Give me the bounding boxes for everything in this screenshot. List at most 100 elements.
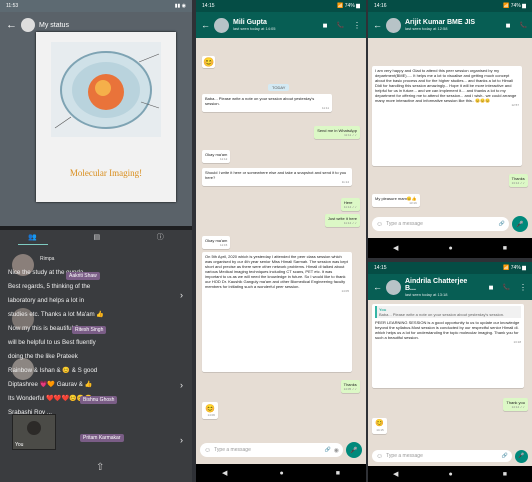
contact-name: Mili Gupta <box>233 19 267 26</box>
back-icon[interactable]: ← <box>201 20 210 30</box>
avatar[interactable] <box>386 17 401 33</box>
mic-button[interactable]: 🎤 <box>346 442 362 458</box>
people-tab-icon[interactable]: 👥 <box>28 233 37 241</box>
message-input[interactable]: ☺ Type a message 🔗 ◉ <box>200 443 343 457</box>
phone-icon[interactable]: 📞 <box>503 284 510 291</box>
mic-button[interactable]: 🎤 <box>515 449 528 463</box>
nav-home-icon[interactable]: ● <box>448 471 452 478</box>
chat-area[interactable]: 😊 TODAY Baba... Please write a note on y… <box>196 38 366 436</box>
attach-icon[interactable]: 🔗 <box>499 221 505 227</box>
chat-arijit-kumar: 14:16 📶 74% ▆ ← Arijit Kumar BME JIS las… <box>368 0 532 258</box>
back-icon[interactable]: ← <box>373 20 382 30</box>
chat-header: ← Aindrila Chatterjee B... last seen tod… <box>368 274 532 300</box>
scroll-up-arrow[interactable]: ⇧ <box>96 462 104 473</box>
comment-line: doing the the like Prateek <box>8 353 78 360</box>
nav-recent-icon[interactable]: ■ <box>503 471 507 478</box>
self-video-thumbnail: You <box>12 414 56 450</box>
status-time: 11:53 <box>6 3 19 9</box>
attach-icon[interactable]: 🔗 <box>325 447 331 453</box>
status-bar: 11:53 ▮▮ ◉ <box>0 0 192 12</box>
mic-icon: 🎤 <box>516 221 524 228</box>
info-tab-icon[interactable]: ⓘ <box>157 232 164 242</box>
name-tag: Aakriti Shaw <box>66 272 100 280</box>
meeting-area: 👥 ▤ ⓘ Rimpa Nice the study at the gunda.… <box>0 230 192 482</box>
chevron-right-icon[interactable]: › <box>180 435 183 445</box>
mic-icon: 🎤 <box>518 453 525 459</box>
menu-icon[interactable]: ⋮ <box>353 21 361 30</box>
message-placeholder: Type a message <box>386 221 423 227</box>
nav-back-icon[interactable]: ◀ <box>393 244 398 252</box>
meeting-tabs: 👥 ▤ ⓘ <box>0 230 192 244</box>
status-icons: 📶 74% ▆ <box>503 265 526 271</box>
nav-home-icon[interactable]: ● <box>279 470 283 477</box>
video-call-icon[interactable]: ■ <box>489 283 494 292</box>
nav-back-icon[interactable]: ◀ <box>222 469 227 477</box>
nav-home-icon[interactable]: ● <box>448 245 452 252</box>
quoted-text: Baba... Please write a note on your sess… <box>379 312 505 317</box>
participant-label: Rimpa <box>40 256 55 262</box>
chat-mili-gupta: 14:15 📶 74% ▆ ← Mili Gupta last seen tod… <box>196 0 366 482</box>
status-time: 14:16 <box>374 3 387 9</box>
chevron-right-icon[interactable]: › <box>180 380 183 390</box>
video-call-icon[interactable]: ■ <box>506 21 511 30</box>
name-tag: Ritesh Singh <box>72 326 107 334</box>
mic-icon: 🎤 <box>350 447 358 454</box>
chevron-right-icon[interactable]: › <box>180 290 183 300</box>
attach-icon[interactable]: 🔗 <box>502 453 508 459</box>
mic-button[interactable]: 🎤 <box>512 216 528 232</box>
nav-back-icon[interactable]: ◀ <box>393 470 398 478</box>
nav-recent-icon[interactable]: ■ <box>503 245 507 252</box>
contact-info[interactable]: Arijit Kumar BME JIS last seen today at … <box>405 19 497 31</box>
last-seen: last seen today at 14:05 <box>233 26 276 31</box>
status-time: 14:15 <box>374 265 387 271</box>
cell-illustration <box>51 42 161 137</box>
message-bubble: My pleasure mam😊👍 13:16 <box>372 194 420 207</box>
you-label: You <box>15 442 24 448</box>
back-icon[interactable]: ← <box>6 19 17 31</box>
back-icon[interactable]: ← <box>373 282 382 292</box>
message-bubble: 😊 14:15 <box>372 418 387 434</box>
contact-name: Aindrila Chatterjee B... <box>405 277 468 292</box>
message-input[interactable]: ☺ Type a message 🔗 <box>372 217 509 231</box>
quoted-message: You Baba... Please write a note on your … <box>375 306 521 318</box>
status-icons: 📶 74% ▆ <box>337 3 360 9</box>
chat-tab-icon[interactable]: ▤ <box>94 233 101 241</box>
nav-recent-icon[interactable]: ■ <box>336 470 340 477</box>
camera-icon[interactable]: ◉ <box>334 447 339 454</box>
tab-underline <box>18 244 48 245</box>
phone-icon[interactable]: 📞 <box>520 22 527 29</box>
comment-line: studies etc. Thanks a lot Ma'am 👍 <box>8 311 105 318</box>
chat-header: ← Arijit Kumar BME JIS last seen today a… <box>368 12 532 38</box>
status-icons: ▮▮ ◉ <box>174 3 186 9</box>
contact-info[interactable]: Mili Gupta last seen today at 14:05 <box>233 19 314 31</box>
message-bubble: Thanks 13:14 ✓✓ <box>508 174 528 187</box>
message-input[interactable]: ☺ Type a message 🔗 <box>372 450 512 462</box>
last-seen: last seen today at 12:58 <box>405 26 448 31</box>
message-bubble: I am very happy and Glad to attend this … <box>372 66 522 166</box>
message-bubble: Thanks 14:05 ✓✓ <box>340 380 360 393</box>
message-bubble: Here 11:14 ✓✓ <box>340 198 360 211</box>
menu-icon[interactable]: ⋮ <box>519 283 527 292</box>
slide-area: ← My status Molecular Imaging! <box>0 12 192 226</box>
message-bubble: Okay ma'am 11:12 <box>202 150 231 163</box>
android-nav-bar: ◀ ● ■ <box>368 238 532 258</box>
message-placeholder: Type a message <box>386 453 423 459</box>
message-bubble: You Baba... Please write a note on your … <box>372 304 524 388</box>
message-bubble: Thank you 14:14 ✓✓ <box>503 398 528 411</box>
emoji-icon[interactable]: ☺ <box>376 453 383 460</box>
chat-area[interactable]: I am very happy and Glad to attend this … <box>368 38 532 210</box>
left-status-panel: 11:53 ▮▮ ◉ ← My status Molecular Imaging… <box>0 0 192 482</box>
name-tag: Bishnu Ghosh <box>80 396 118 404</box>
status-header: ← My status <box>6 18 69 32</box>
contact-info[interactable]: Aindrila Chatterjee B... last seen today… <box>405 278 480 297</box>
video-call-icon[interactable]: ■ <box>323 21 328 30</box>
chat-header: ← Mili Gupta last seen today at 14:05 ■ … <box>196 12 366 38</box>
avatar <box>21 18 35 32</box>
avatar[interactable] <box>386 279 401 295</box>
avatar[interactable] <box>214 17 229 33</box>
emoji-icon[interactable]: ☺ <box>204 447 211 454</box>
chat-area[interactable]: You Baba... Please write a note on your … <box>368 300 532 446</box>
emoji-icon[interactable]: ☺ <box>376 221 383 228</box>
name-tag: Pritam Karmakar <box>80 434 124 442</box>
phone-icon[interactable]: 📞 <box>337 22 344 29</box>
